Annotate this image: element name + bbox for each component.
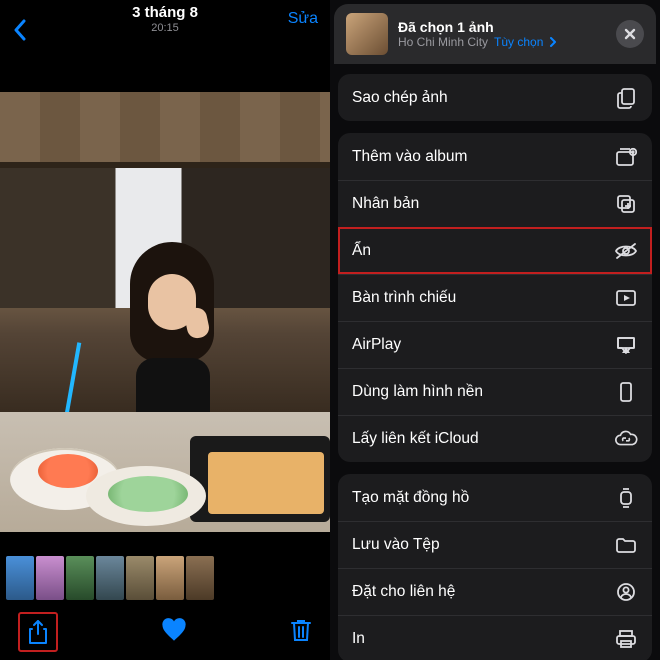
copy-icon	[614, 86, 638, 110]
detail-topbar: 3 tháng 8 20:15 Sửa	[0, 0, 330, 54]
thumbnail[interactable]	[96, 556, 124, 600]
thumbnail[interactable]	[36, 556, 64, 600]
thumbnail[interactable]	[126, 556, 154, 600]
action-duplicate[interactable]: Nhân bản	[338, 180, 652, 227]
action-label: Đặt cho liên hệ	[352, 583, 455, 601]
action-label: Thêm vào album	[352, 148, 467, 166]
share-location: Ho Chi Minh City	[398, 35, 488, 49]
contact-icon	[614, 580, 638, 604]
photos-detail-screen: 3 tháng 8 20:15 Sửa	[0, 0, 330, 660]
thumbnail-strip[interactable]	[0, 552, 330, 604]
thumbnail[interactable]	[186, 556, 214, 600]
action-wallpaper[interactable]: Dùng làm hình nền	[338, 368, 652, 415]
album-plus-icon	[614, 145, 638, 169]
favorite-button[interactable]	[161, 618, 187, 647]
share-options-link[interactable]: Tùy chọn	[494, 35, 543, 49]
action-label: Lưu vào Tệp	[352, 536, 440, 554]
action-label: Lấy liên kết iCloud	[352, 430, 479, 448]
action-watch-face[interactable]: Tạo mặt đồng hồ	[338, 474, 652, 521]
share-title: Đã chọn 1 ảnh	[398, 19, 606, 35]
duplicate-icon	[614, 192, 638, 216]
action-slideshow[interactable]: Bàn trình chiếu	[338, 274, 652, 321]
action-airplay[interactable]: AirPlay	[338, 321, 652, 368]
detail-toolbar	[0, 604, 330, 660]
photo-time: 20:15	[0, 22, 330, 34]
action-label: AirPlay	[352, 336, 401, 354]
action-print[interactable]: In	[338, 615, 652, 660]
watch-icon	[614, 486, 638, 510]
hide-icon	[614, 239, 638, 263]
action-icloud-link[interactable]: Lấy liên kết iCloud	[338, 415, 652, 462]
actions-group-1: Sao chép ảnh	[338, 74, 652, 121]
action-label: In	[352, 630, 365, 648]
action-copy-photo[interactable]: Sao chép ảnh	[338, 74, 652, 121]
back-button[interactable]	[10, 15, 30, 45]
photo-title-block: 3 tháng 8 20:15	[0, 4, 330, 34]
share-header-text: Đã chọn 1 ảnh Ho Chi Minh City Tùy chọn	[398, 19, 606, 49]
photo-date: 3 tháng 8	[0, 4, 330, 21]
action-add-to-album[interactable]: Thêm vào album	[338, 133, 652, 180]
action-label: Tạo mặt đồng hồ	[352, 489, 469, 507]
printer-icon	[614, 627, 638, 651]
airplay-icon	[614, 333, 638, 357]
play-rect-icon	[614, 286, 638, 310]
thumbnail[interactable]	[6, 556, 34, 600]
actions-group-3: Tạo mặt đồng hồ Lưu vào Tệp Đặt cho liên…	[338, 474, 652, 660]
folder-icon	[614, 533, 638, 557]
close-button[interactable]	[616, 20, 644, 48]
thumbnail[interactable]	[66, 556, 94, 600]
thumbnail[interactable]	[156, 556, 184, 600]
photo-viewport[interactable]	[0, 92, 330, 532]
share-sheet-screen: Đã chọn 1 ảnh Ho Chi Minh City Tùy chọn …	[330, 0, 660, 660]
actions-group-2: Thêm vào album Nhân bản Ẩn Bàn trình chi…	[338, 133, 652, 462]
share-preview-thumb	[346, 13, 388, 55]
share-sheet-header: Đã chọn 1 ảnh Ho Chi Minh City Tùy chọn	[334, 4, 656, 64]
action-label: Dùng làm hình nền	[352, 383, 483, 401]
share-button[interactable]	[18, 612, 58, 652]
action-assign-contact[interactable]: Đặt cho liên hệ	[338, 568, 652, 615]
action-label: Bàn trình chiếu	[352, 289, 456, 307]
action-save-to-files[interactable]: Lưu vào Tệp	[338, 521, 652, 568]
action-label: Sao chép ảnh	[352, 89, 448, 107]
edit-button[interactable]: Sửa	[288, 10, 318, 28]
chevron-right-icon	[549, 37, 557, 47]
action-label: Ẩn	[352, 242, 371, 260]
action-label: Nhân bản	[352, 195, 419, 213]
phone-rect-icon	[614, 380, 638, 404]
cloud-link-icon	[614, 427, 638, 451]
trash-button[interactable]	[290, 618, 312, 647]
action-hide[interactable]: Ẩn	[338, 227, 652, 274]
